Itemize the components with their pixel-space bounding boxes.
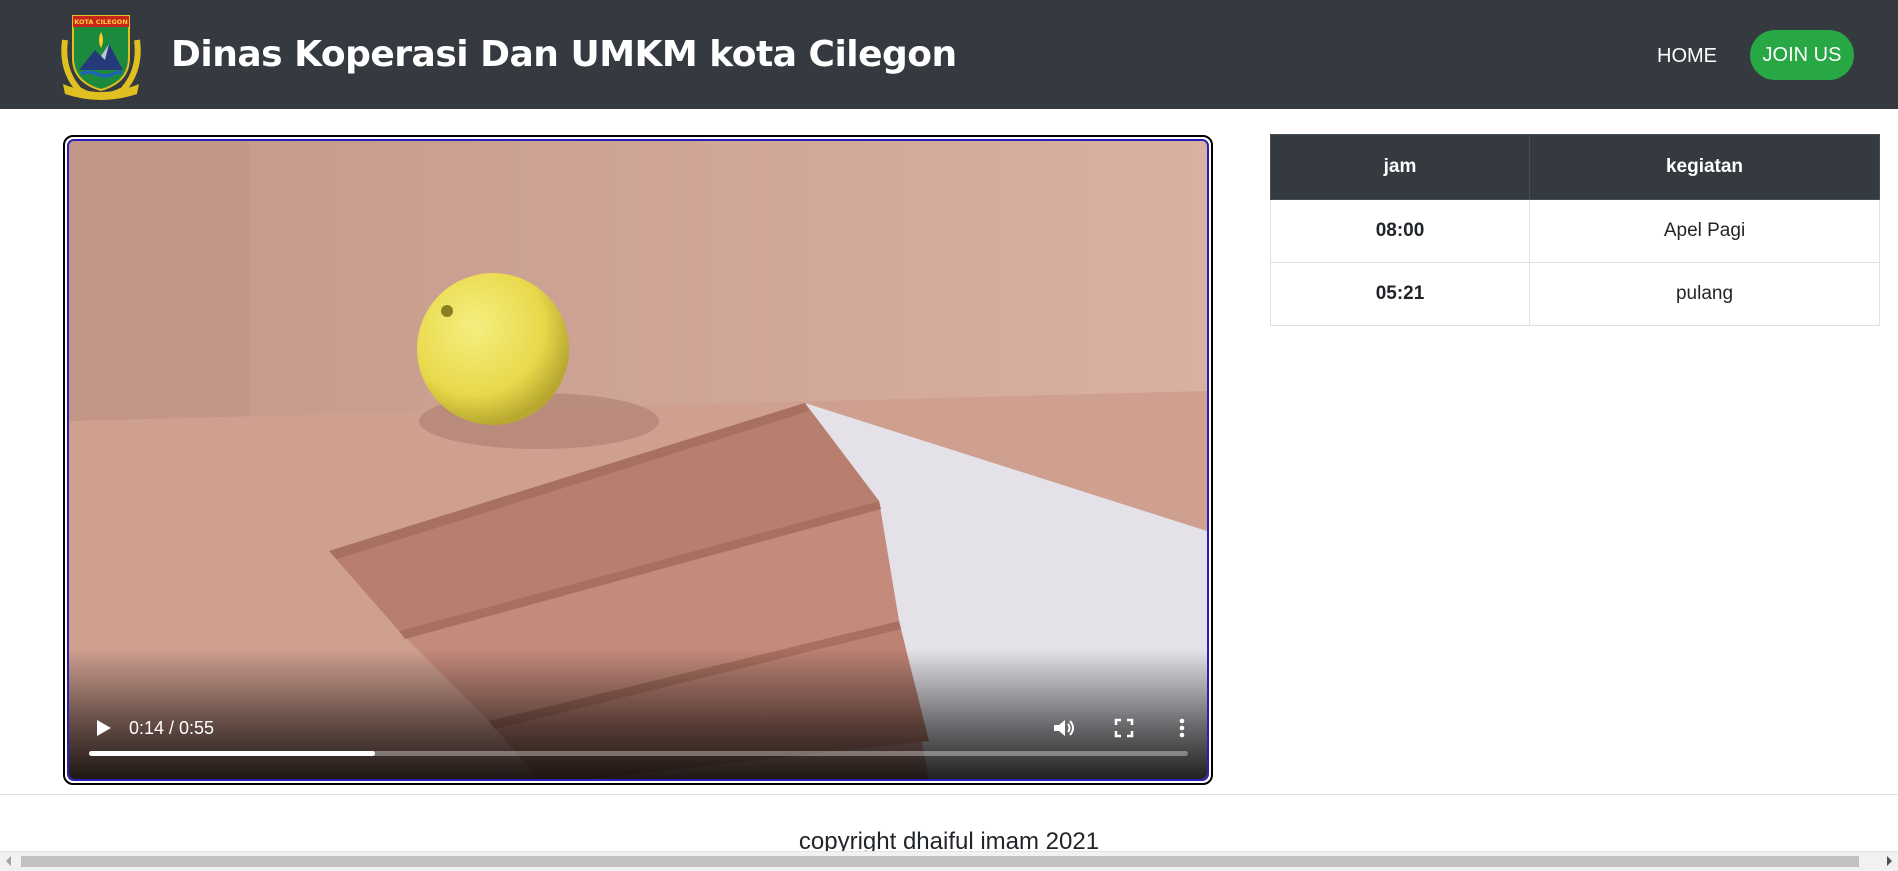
scroll-right-arrow-icon[interactable] [1887,856,1892,866]
play-icon [97,720,111,736]
activity-cell: pulang [1529,262,1880,326]
video-progress-fill [89,751,375,756]
fullscreen-button[interactable] [1112,716,1136,740]
video-progress-bar[interactable] [89,751,1188,756]
cilegon-emblem-icon: KOTA CILEGON [61,15,141,100]
play-button[interactable] [91,716,115,740]
scrollbar-thumb[interactable] [21,856,1859,867]
volume-button[interactable] [1051,716,1077,740]
table-row: 08:00 Apel Pagi [1270,199,1880,263]
footer: copyright dhaiful imam 2021 [0,794,1898,855]
time-cell: 08:00 [1270,199,1530,263]
scroll-left-arrow-icon[interactable] [6,856,11,866]
video-player-frame: 0:14 / 0:55 [63,135,1213,785]
cilegon-logo[interactable]: KOTA CILEGON [59,10,143,100]
time-cell: 05:21 [1270,262,1530,326]
logo-text: KOTA CILEGON [74,18,128,26]
activity-cell: Apel Pagi [1529,199,1880,263]
nav-home-link[interactable]: HOME [1657,43,1717,69]
schedule-table: jam kegiatan 08:00 Apel Pagi 05:21 pulan… [1270,134,1880,326]
column-header-kegiatan: kegiatan [1529,134,1880,200]
join-us-button[interactable]: JOIN US [1750,30,1854,80]
video-player[interactable]: 0:14 / 0:55 [67,139,1209,781]
video-controls-overlay [69,649,1207,779]
more-options-icon [1179,718,1185,738]
column-header-jam: jam [1270,134,1530,200]
horizontal-scrollbar[interactable] [0,851,1898,871]
more-options-button[interactable] [1172,716,1192,740]
navbar: KOTA CILEGON Dinas Koperasi Dan UMKM kot… [0,0,1898,109]
site-brand-title[interactable]: Dinas Koperasi Dan UMKM kota Cilegon [171,28,957,82]
video-time-display: 0:14 / 0:55 [129,718,215,738]
fullscreen-icon [1114,718,1134,738]
table-row: 05:21 pulang [1270,262,1880,326]
table-header-row: jam kegiatan [1270,134,1880,200]
volume-icon [1054,720,1074,736]
